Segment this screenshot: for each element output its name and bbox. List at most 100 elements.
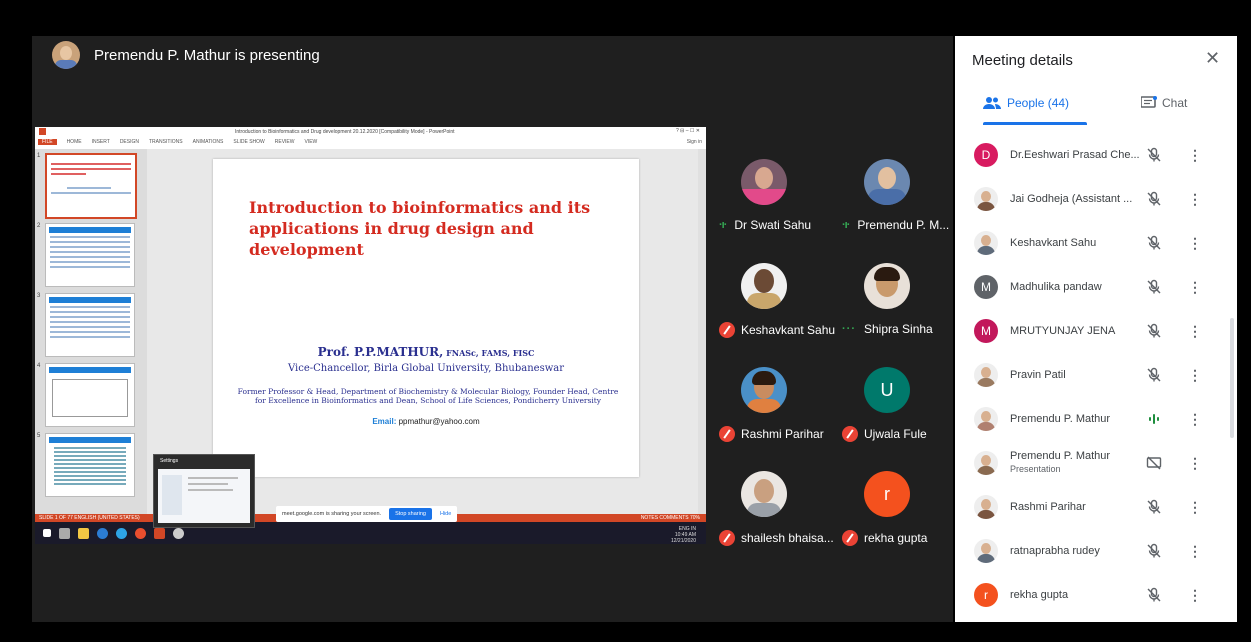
presenter-avatar [52, 41, 80, 69]
participant-row[interactable]: r rekha gupta ⋮ [955, 574, 1237, 618]
slide-thumbnail[interactable] [45, 223, 135, 287]
mic-off-icon[interactable] [1146, 587, 1162, 603]
participant-row[interactable]: D Dr.Eeshwari Prasad Che... ⋮ [955, 134, 1237, 178]
more-options-icon[interactable]: ⋮ [1188, 191, 1202, 207]
ppt-title-bar: Introduction to Bioinformatics and Drug … [35, 127, 706, 137]
slide-thumbnail[interactable] [45, 153, 137, 219]
mic-off-icon [842, 530, 858, 546]
participant-row[interactable]: ratnaprabha rudey ⋮ [955, 530, 1237, 574]
more-options-icon[interactable]: ⋮ [1188, 543, 1202, 559]
powerpoint-taskbar-icon[interactable] [154, 527, 165, 539]
participant-tile[interactable]: Rashmi Parihar [709, 352, 829, 456]
file-explorer-icon[interactable] [78, 527, 89, 539]
ppt-status-right: NOTES COMMENTS 70% [640, 515, 700, 521]
mic-off-icon[interactable] [1146, 191, 1162, 207]
mic-off-icon[interactable] [1146, 147, 1162, 163]
avatar [974, 231, 998, 255]
tab-people[interactable]: People (44) [983, 96, 1069, 110]
thumb-number: 2 [37, 223, 41, 229]
avatar: D [974, 143, 998, 167]
window-controls-icon: ? ⊟ – ☐ ✕ [676, 128, 700, 134]
more-options-icon[interactable]: ⋮ [1188, 235, 1202, 251]
participant-name: Rashmi Parihar [1010, 501, 1086, 513]
participant-name: rekha gupta [842, 530, 927, 546]
mic-off-icon[interactable] [1146, 235, 1162, 251]
mic-off-icon[interactable] [1146, 367, 1162, 383]
edge-icon[interactable] [116, 527, 127, 539]
more-options-icon[interactable]: ⋮ [1188, 499, 1202, 515]
participant-row[interactable]: Premendu P. Mathur ⋮ [955, 398, 1237, 442]
hide-banner-link[interactable]: Hide [440, 511, 451, 517]
avatar: M [974, 275, 998, 299]
ppt-tab-insert[interactable]: INSERT [92, 139, 110, 145]
speaking-indicator-icon: ·ı· [842, 219, 850, 231]
tab-chat-label: Chat [1162, 96, 1188, 110]
windows-start-icon[interactable] [43, 529, 51, 537]
skype-icon[interactable] [97, 527, 108, 539]
slide-title: Introduction to bioinformatics and its a… [249, 198, 591, 259]
task-view-icon[interactable] [59, 527, 70, 539]
stop-sharing-button[interactable]: Stop sharing [389, 508, 432, 520]
ppt-tab-file[interactable]: FILE [38, 139, 57, 145]
people-icon [983, 97, 1001, 109]
settings-taskbar-icon[interactable] [173, 527, 184, 539]
avatar [741, 159, 787, 205]
participant-tile[interactable]: shailesh bhaisa... [709, 456, 834, 560]
more-options-icon[interactable]: ⋮ [1188, 367, 1202, 383]
participant-row[interactable]: M MRUTYUNJAY JENA ⋮ [955, 310, 1237, 354]
participant-row[interactable]: M Madhulika pandaw ⋮ [955, 266, 1237, 310]
participant-name: Rashmi Parihar [719, 426, 824, 442]
ppt-tab-view[interactable]: VIEW [305, 139, 318, 145]
participant-tile[interactable]: U Ujwala Fule [832, 352, 952, 456]
settings-preview-popup[interactable]: Settings [153, 454, 255, 528]
participant-tile[interactable]: ·ı· Dr Swati Sahu [709, 144, 829, 248]
close-icon[interactable]: ✕ [1205, 48, 1220, 69]
ppt-tab-review[interactable]: REVIEW [275, 139, 295, 145]
ppt-sign-in[interactable]: Sign in [687, 139, 702, 145]
participant-tile[interactable]: ·ı· Premendu P. M... [832, 144, 952, 248]
presenter-bar: Premendu P. Mathur is presenting [32, 36, 953, 74]
ppt-scrollbar[interactable] [698, 149, 706, 514]
tab-people-label: People (44) [1007, 96, 1070, 110]
participant-name: Pravin Patil [1010, 369, 1066, 381]
participant-tile[interactable]: r rekha gupta [832, 456, 952, 560]
participant-row[interactable]: Keshavkant Sahu ⋮ [955, 222, 1237, 266]
more-options-icon[interactable]: ⋮ [1188, 455, 1202, 471]
speaking-icon[interactable] [1146, 411, 1162, 427]
meeting-details-panel: Meeting details ✕ People (44) Chat D Dr.E… [955, 36, 1237, 622]
more-options-icon[interactable]: ⋮ [1188, 279, 1202, 295]
mic-off-icon[interactable] [1146, 323, 1162, 339]
more-options-icon[interactable]: ⋮ [1188, 147, 1202, 163]
participant-name: ·ı· Premendu P. M... [842, 218, 949, 232]
more-options-icon[interactable]: ⋮ [1188, 411, 1202, 427]
mic-off-icon[interactable] [1146, 499, 1162, 515]
panel-scrollbar[interactable] [1230, 318, 1234, 438]
ppt-tab-home[interactable]: HOME [67, 139, 82, 145]
mic-off-icon [719, 426, 735, 442]
ppt-tab-transitions[interactable]: TRANSITIONS [149, 139, 183, 145]
more-options-icon[interactable]: ⋮ [1188, 323, 1202, 339]
slide-thumbnail[interactable] [45, 363, 135, 427]
mic-off-icon[interactable] [1146, 279, 1162, 295]
participant-row[interactable]: Premendu P. Mathur Presentation ⋮ [955, 442, 1237, 486]
participant-name: MRUTYUNJAY JENA [1010, 325, 1116, 337]
participant-row[interactable]: Pravin Patil ⋮ [955, 354, 1237, 398]
more-options-icon[interactable]: ⋮ [1188, 587, 1202, 603]
ppt-tab-slideshow[interactable]: SLIDE SHOW [233, 139, 264, 145]
tray-date: 12/21/2020 [670, 538, 696, 544]
people-list: D Dr.Eeshwari Prasad Che... ⋮ Jai Godheja (… [955, 134, 1237, 618]
slide-email-address: ppmathur@yahoo.com [396, 417, 480, 426]
chrome-icon[interactable] [135, 527, 146, 539]
participant-row[interactable]: Jai Godheja (Assistant ... ⋮ [955, 178, 1237, 222]
participant-tile[interactable]: Keshavkant Sahu [709, 248, 835, 352]
slide-thumbnail[interactable] [45, 433, 135, 497]
participant-tile[interactable]: ··· Shipra Sinha [832, 248, 952, 352]
tab-chat[interactable]: Chat [1141, 96, 1187, 110]
participant-row[interactable]: Rashmi Parihar ⋮ [955, 486, 1237, 530]
slide-thumbnail[interactable] [45, 293, 135, 357]
ppt-tab-design[interactable]: DESIGN [120, 139, 139, 145]
mic-off-icon[interactable] [1146, 543, 1162, 559]
presentation-off-icon[interactable] [1146, 455, 1162, 471]
ppt-tab-animations[interactable]: ANIMATIONS [193, 139, 224, 145]
avatar [864, 159, 910, 205]
